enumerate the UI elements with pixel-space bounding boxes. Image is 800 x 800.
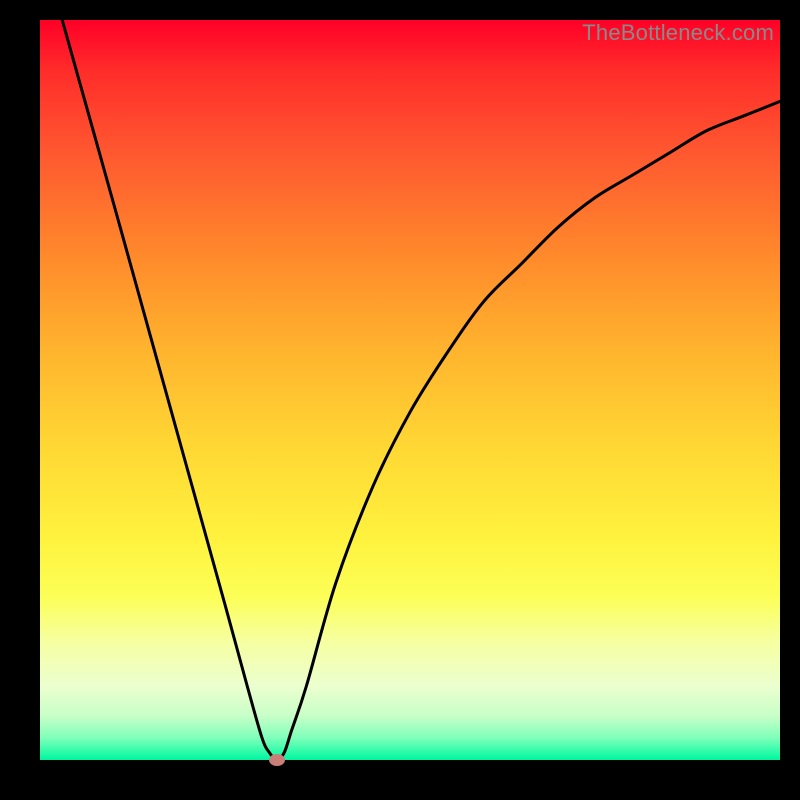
bottleneck-curve	[40, 20, 780, 760]
plot-area: TheBottleneck.com	[40, 20, 780, 760]
chart-frame: TheBottleneck.com	[0, 0, 800, 800]
optimal-point-marker	[269, 754, 285, 766]
